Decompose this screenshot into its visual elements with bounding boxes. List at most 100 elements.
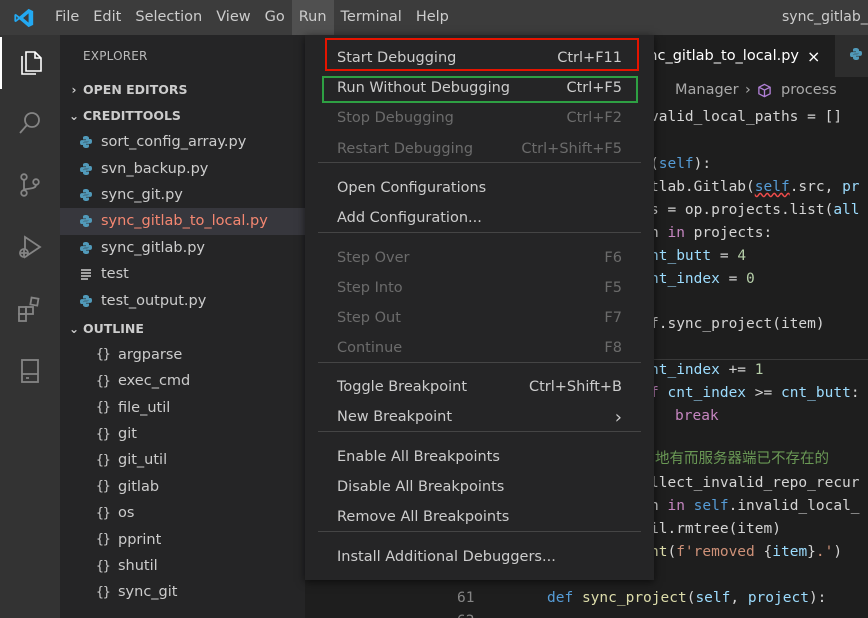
menu-item-stop-debugging[interactable]: Stop Debugging Ctrl+F2 [325, 103, 634, 133]
source-control-icon[interactable] [0, 159, 60, 211]
file-name: svn_backup.py [101, 160, 209, 177]
menu-view[interactable]: View [209, 0, 257, 35]
code-line: nt_index += 1 [650, 362, 764, 378]
sidebar-title: EXPLORER [83, 49, 148, 63]
file-item[interactable]: svn_backup.py [60, 155, 305, 181]
menu-item-shortcut: F6 [604, 250, 622, 266]
outline-label: os [118, 505, 135, 522]
run-debug-icon[interactable] [0, 221, 60, 273]
code-line: nt(f'removed {item}.') [650, 544, 843, 560]
menu-item-step-into[interactable]: Step Into F5 [325, 273, 634, 303]
menu-item-label: Continue [337, 340, 403, 356]
file-item[interactable]: sort_config_array.py [60, 129, 305, 155]
chevron-down-icon: ⌄ [68, 109, 80, 123]
code-line: llect_invalid_repo_recur [650, 475, 860, 491]
open-editors-header[interactable]: › OPEN EDITORS [60, 77, 305, 103]
module-braces-icon: {} [96, 452, 111, 468]
tab-sync-gitlab-to-local[interactable]: sync_gitlab_to_local.py × [635, 35, 835, 77]
file-item[interactable]: test [60, 261, 305, 287]
menu-item-step-over[interactable]: Step Over F6 [325, 243, 634, 273]
file-name: test [101, 266, 129, 283]
python-icon [79, 135, 99, 149]
remote-explorer-icon[interactable] [0, 345, 60, 397]
breadcrumb-class[interactable]: Manager [675, 82, 739, 98]
file-name: sort_config_array.py [101, 134, 247, 151]
outline-item[interactable]: {} sync_git [60, 579, 305, 605]
module-braces-icon: {} [96, 373, 111, 389]
module-braces-icon: {} [96, 479, 111, 495]
module-braces-icon: {} [96, 426, 111, 442]
window-title: sync_gitlab_to [782, 9, 868, 25]
code-line: (self): [650, 156, 712, 172]
menu-item-label: Step Out [337, 310, 401, 326]
outline-header[interactable]: ⌄ OUTLINE [60, 316, 305, 342]
menu-item-label: Enable All Breakpoints [337, 449, 500, 465]
module-braces-icon: {} [96, 584, 111, 600]
file-item[interactable]: sync_git.py [60, 182, 305, 208]
menu-go[interactable]: Go [258, 0, 292, 35]
explorer-icon[interactable] [0, 37, 60, 89]
menu-selection[interactable]: Selection [128, 0, 209, 35]
folder-header[interactable]: ⌄ CREDITTOOLS [60, 103, 305, 129]
file-item[interactable]: sync_gitlab.py [60, 235, 305, 261]
menu-item-toggle-breakpoint[interactable]: Toggle Breakpoint Ctrl+Shift+B [325, 372, 634, 402]
outline-label: git [118, 426, 137, 443]
file-name: sync_gitlab_to_local.py [101, 213, 268, 230]
outline-list: {} argparse {} exec_cmd {} file_util {} git {} gi… [60, 342, 305, 606]
outline-item[interactable]: {} exec_cmd [60, 368, 305, 394]
menu-item-add-configuration[interactable]: Add Configuration... [325, 203, 634, 233]
open-editors-label: OPEN EDITORS [83, 82, 188, 97]
menu-item-new-breakpoint[interactable]: New Breakpoint › [325, 402, 634, 432]
breadcrumb-method[interactable]: process [781, 82, 837, 98]
menu-help[interactable]: Help [409, 0, 456, 35]
menu-item-shortcut: F5 [604, 280, 622, 296]
chevron-right-icon: › [614, 406, 622, 428]
outline-item[interactable]: {} argparse [60, 342, 305, 368]
menu-item-continue[interactable]: Continue F8 [325, 333, 634, 363]
menu-item-restart-debugging[interactable]: Restart Debugging Ctrl+Shift+F5 [325, 134, 634, 164]
file-name: test_output.py [101, 292, 207, 309]
code-line: nt_index = 0 [650, 271, 755, 287]
extensions-icon[interactable] [0, 283, 60, 335]
file-item[interactable]: sync_gitlab_to_local.py [60, 208, 305, 235]
highlight-box-red [325, 38, 639, 71]
menu-item-open-configurations[interactable]: Open Configurations [325, 173, 634, 203]
code-line: f cnt_index >= cnt_butt: [650, 385, 860, 401]
outline-item[interactable]: {} os [60, 500, 305, 526]
menu-item-remove-all-breakpoints[interactable]: Remove All Breakpoints [325, 502, 634, 532]
outline-label: exec_cmd [118, 373, 191, 390]
outline-label: git_util [118, 452, 168, 469]
outline-item[interactable]: {} gitlab [60, 474, 305, 500]
file-item[interactable]: test_output.py [60, 287, 305, 313]
method-cube-icon [757, 83, 772, 102]
chevron-down-icon: ⌄ [68, 321, 80, 336]
close-icon[interactable]: × [807, 47, 820, 66]
menu-terminal[interactable]: Terminal [334, 0, 409, 35]
search-icon[interactable] [0, 97, 60, 149]
outline-item[interactable]: {} file_util [60, 395, 305, 421]
outline-label: shutil [118, 558, 158, 575]
menu-item-enable-all-breakpoints[interactable]: Enable All Breakpoints [325, 442, 634, 472]
code-line: il.rmtree(item) [650, 521, 781, 537]
tab-other-python[interactable] [835, 35, 868, 77]
menu-item-label: Add Configuration... [337, 210, 482, 226]
menu-item-step-out[interactable]: Step Out F7 [325, 303, 634, 333]
activity-bar [0, 35, 60, 618]
outline-item[interactable]: {} git_util [60, 447, 305, 473]
outline-item[interactable]: {} shutil [60, 553, 305, 579]
menu-item-disable-all-breakpoints[interactable]: Disable All Breakpoints [325, 472, 634, 502]
vscode-logo-icon [0, 0, 48, 35]
menu-edit[interactable]: Edit [86, 0, 128, 35]
code-line: n in projects: [650, 225, 773, 241]
outline-item[interactable]: {} git [60, 421, 305, 447]
module-braces-icon: {} [96, 400, 111, 416]
menu-file[interactable]: File [48, 0, 86, 35]
menu-item-shortcut: F7 [604, 310, 622, 326]
menu-item-shortcut: F8 [604, 340, 622, 356]
python-icon [79, 188, 99, 202]
menu-item-install-additional-debuggers[interactable]: Install Additional Debuggers... [325, 542, 634, 572]
outline-label: OUTLINE [83, 320, 144, 336]
menu-run[interactable]: Run [291, 0, 334, 35]
menu-item-label: Disable All Breakpoints [337, 479, 505, 495]
outline-item[interactable]: {} pprint [60, 526, 305, 552]
